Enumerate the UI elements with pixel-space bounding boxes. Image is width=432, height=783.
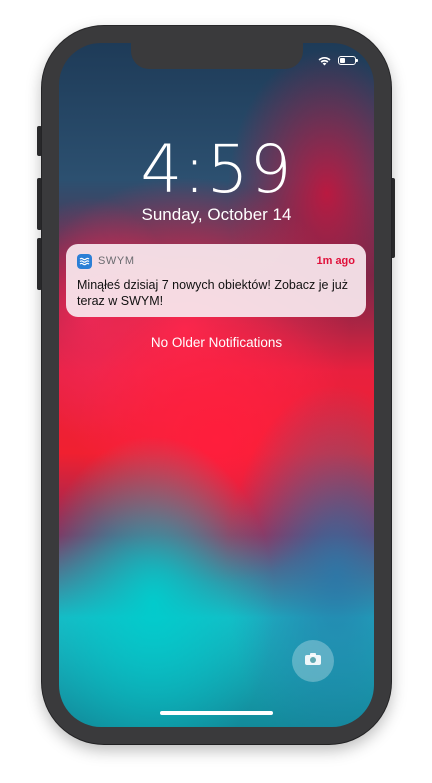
lock-screen-date: Sunday, October 14 — [141, 205, 292, 224]
camera-icon — [304, 652, 322, 671]
notch — [130, 43, 303, 69]
swym-app-icon — [77, 253, 92, 269]
lock-screen-time: 4:59 — [140, 131, 293, 208]
wifi-icon — [317, 55, 332, 66]
lock-screen: 4:59 Sunday, October 14 SWYM 1m ago Miną… — [59, 43, 374, 727]
status-bar — [317, 55, 358, 66]
notification-message: Minąłeś dzisiaj 7 nowych obiektów! Zobac… — [77, 278, 348, 308]
battery-icon — [338, 56, 358, 65]
camera-button[interactable] — [292, 640, 334, 682]
no-older-notifications-label: No Older Notifications — [150, 335, 283, 350]
notification-header: SWYM 1m ago — [77, 253, 355, 269]
notification-time: 1m ago — [316, 255, 355, 267]
notification-app-name: SWYM — [98, 255, 135, 267]
notification-card[interactable]: SWYM 1m ago Minąłeś dzisiaj 7 nowych obi… — [66, 244, 366, 317]
home-indicator[interactable] — [160, 711, 273, 715]
notification-app: SWYM — [77, 253, 135, 269]
